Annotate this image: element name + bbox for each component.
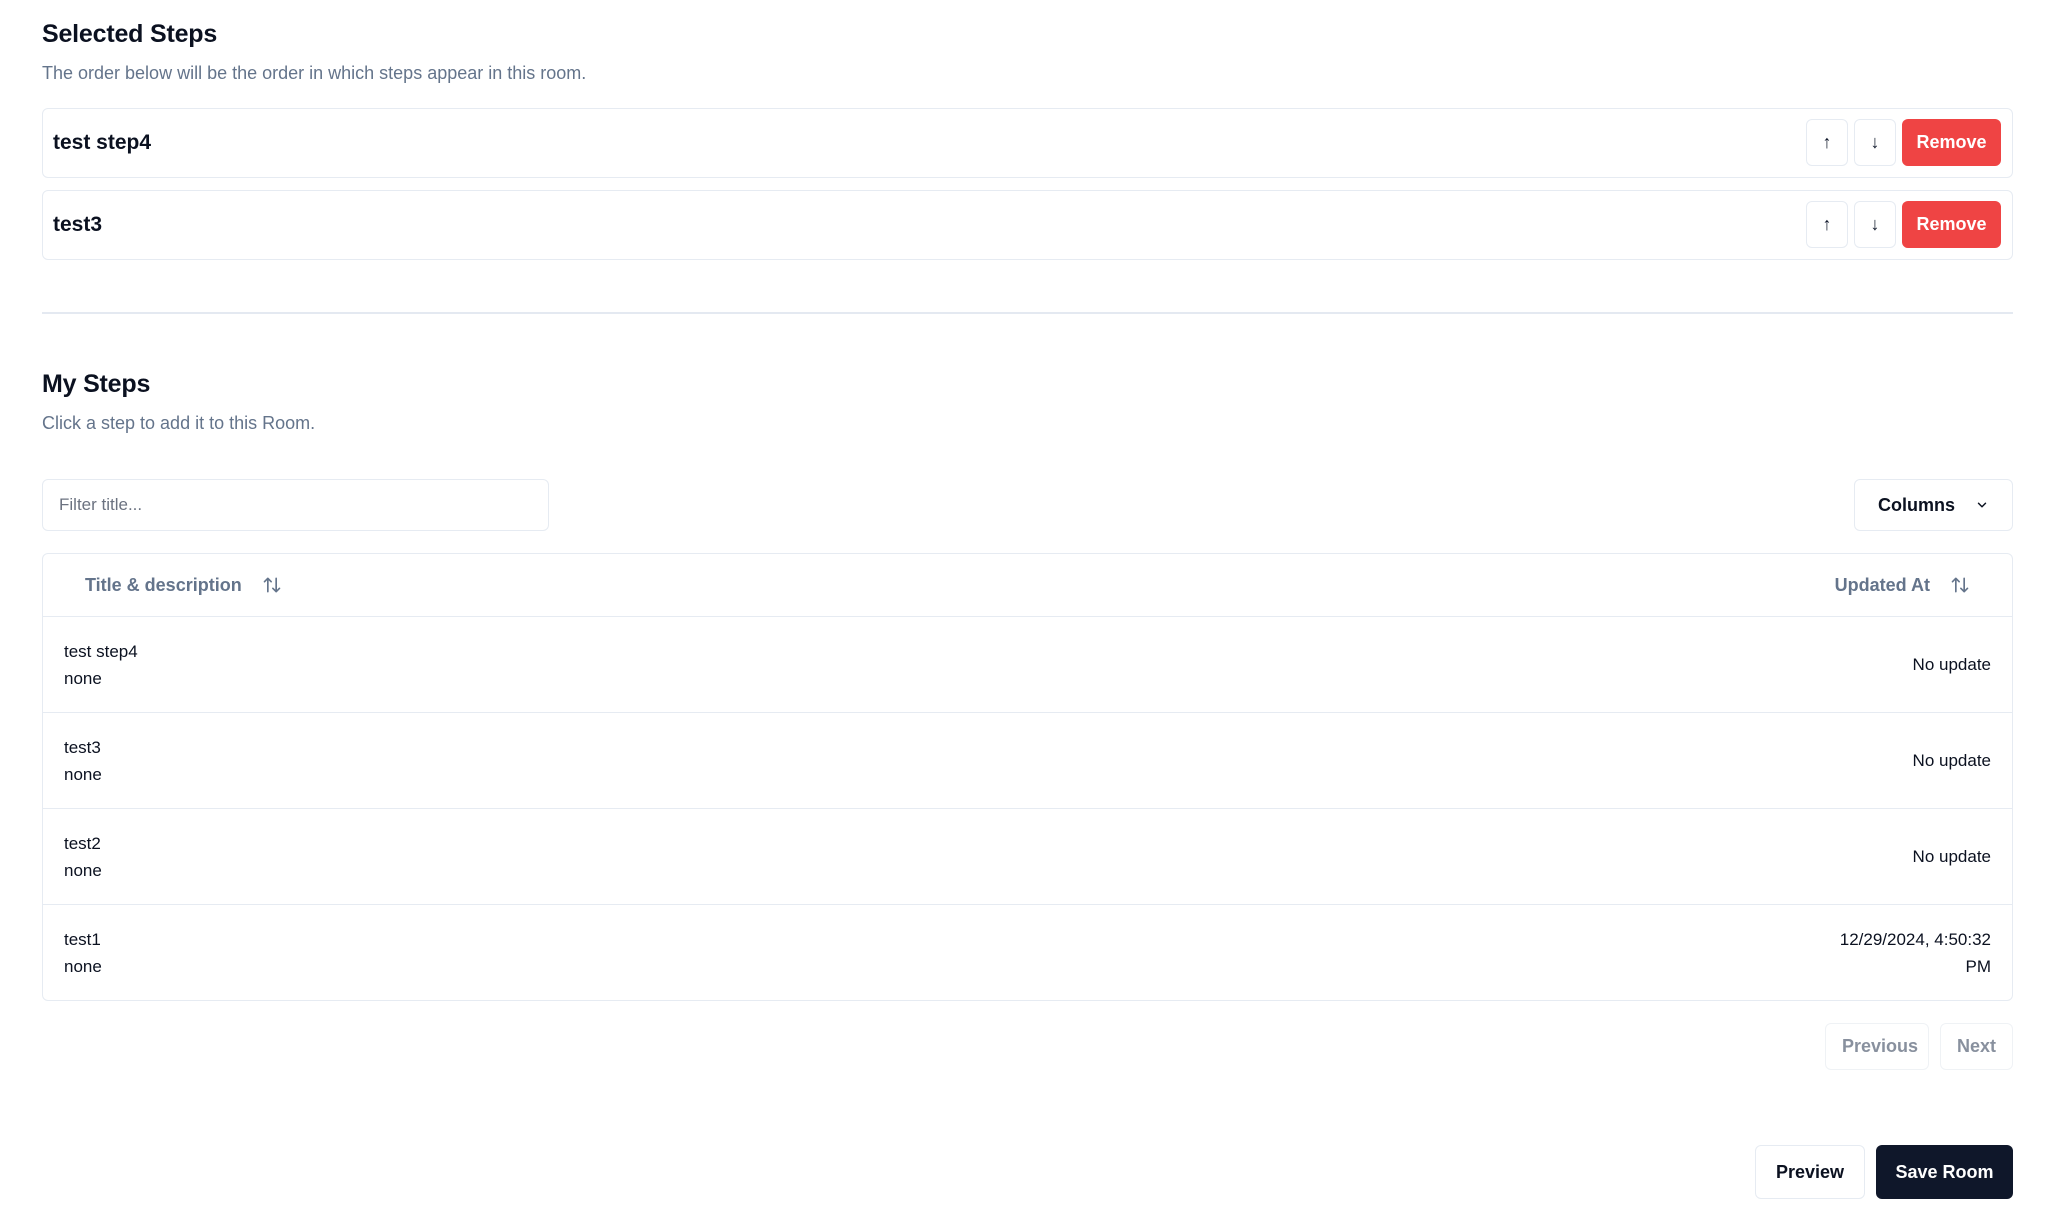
- my-steps-subtitle: Click a step to add it to this Room.: [42, 413, 316, 433]
- selected-step-name: test step4: [53, 131, 152, 154]
- updated-at-cell: No update: [1912, 751, 1991, 770]
- sort-arrows-icon: [1951, 577, 1969, 593]
- remove-button[interactable]: Remove: [1902, 119, 2001, 166]
- chevron-down-icon: [1977, 502, 1987, 508]
- steps-table: Title & description Updated At test step…: [42, 553, 2013, 1001]
- move-down-button[interactable]: ↓: [1854, 119, 1896, 166]
- sort-arrows-icon: [263, 577, 281, 593]
- header-label: Title & description: [85, 574, 242, 595]
- table-header: Title & description Updated At: [43, 554, 2012, 617]
- selected-step-name: test3: [53, 213, 103, 236]
- columns-label: Columns: [1877, 494, 1955, 515]
- title-cell: test1 none: [64, 926, 102, 980]
- title-cell: test3 none: [64, 734, 102, 788]
- step-description: none: [64, 957, 102, 976]
- selected-step-actions: ↑ ↓ Remove: [1806, 119, 2001, 166]
- selected-step-card: test step4 ↑ ↓ Remove: [42, 108, 2013, 178]
- selected-steps-title: Selected Steps: [42, 20, 218, 48]
- table-row[interactable]: test3 none No update: [43, 713, 2012, 809]
- save-room-button[interactable]: Save Room: [1876, 1145, 2013, 1199]
- selected-step-card: test3 ↑ ↓ Remove: [42, 190, 2013, 260]
- selected-step-actions: ↑ ↓ Remove: [1806, 201, 2001, 248]
- filter-title-input[interactable]: [42, 479, 549, 531]
- columns-dropdown-button[interactable]: Columns: [1854, 479, 2013, 531]
- arrow-up-icon: ↑: [1822, 132, 1832, 152]
- step-description: none: [64, 860, 102, 880]
- selected-steps-subtitle: The order below will be the order in whi…: [42, 63, 587, 83]
- sort-title-header[interactable]: Title & description: [85, 575, 282, 596]
- step-title: test2: [64, 833, 101, 853]
- preview-button[interactable]: Preview: [1755, 1145, 1865, 1199]
- section-divider: [42, 312, 2013, 314]
- remove-button[interactable]: Remove: [1902, 201, 2001, 248]
- sort-updated-header[interactable]: Updated At: [1835, 575, 1970, 596]
- table-row[interactable]: test1 none 12/29/2024, 4:50:32 PM: [43, 905, 2012, 1000]
- header-label: Updated At: [1834, 574, 1930, 595]
- step-title: test step4: [64, 641, 138, 661]
- my-steps-title: My Steps: [42, 370, 151, 398]
- step-description: none: [64, 668, 102, 688]
- updated-at-cell: No update: [1912, 847, 1991, 866]
- step-title: test3: [64, 737, 101, 757]
- previous-page-button[interactable]: Previous: [1825, 1023, 1929, 1070]
- pagination: Previous Next: [1825, 1023, 2013, 1070]
- title-cell: test step4 none: [64, 638, 138, 692]
- arrow-down-icon: ↓: [1870, 214, 1880, 234]
- title-cell: test2 none: [64, 830, 102, 884]
- next-page-button[interactable]: Next: [1940, 1023, 2013, 1070]
- step-title: test1: [64, 930, 101, 949]
- table-row[interactable]: test2 none No update: [43, 809, 2012, 905]
- updated-at-cell: No update: [1912, 655, 1991, 674]
- move-down-button[interactable]: ↓: [1854, 201, 1896, 248]
- updated-at-cell: 12/29/2024, 4:50:32 PM: [1839, 930, 1991, 976]
- arrow-down-icon: ↓: [1870, 132, 1880, 152]
- footer-actions: Preview Save Room: [1755, 1145, 2013, 1199]
- step-description: none: [64, 764, 102, 784]
- arrow-up-icon: ↑: [1822, 214, 1832, 234]
- move-up-button[interactable]: ↑: [1806, 201, 1848, 248]
- table-row[interactable]: test step4 none No update: [43, 617, 2012, 713]
- move-up-button[interactable]: ↑: [1806, 119, 1848, 166]
